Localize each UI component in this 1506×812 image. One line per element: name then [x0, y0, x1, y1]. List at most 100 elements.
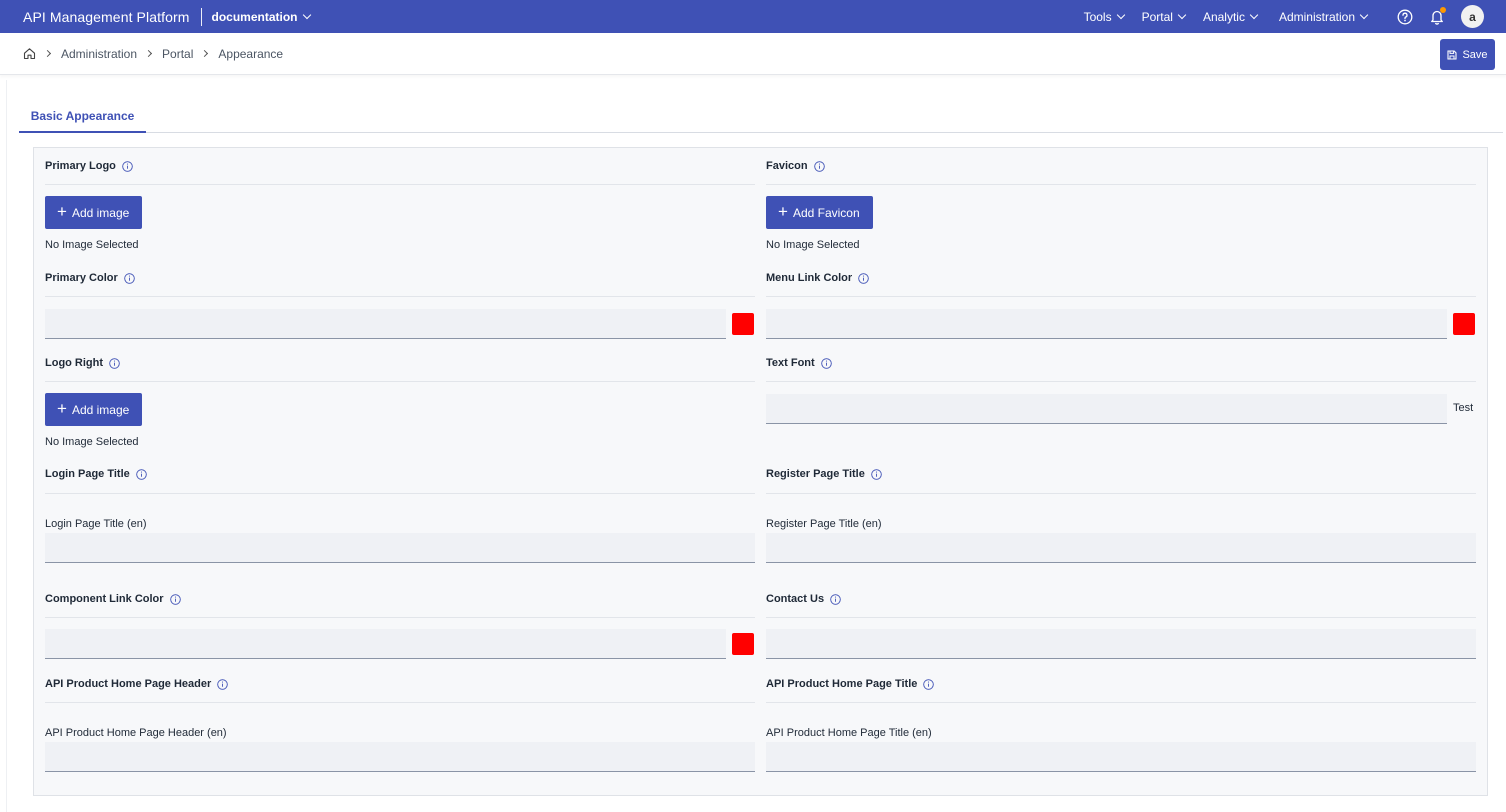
menu-link-color-input[interactable]	[766, 309, 1447, 339]
avatar[interactable]: a	[1461, 5, 1484, 28]
nav-administration[interactable]: Administration	[1278, 9, 1369, 24]
appearance-form: Primary Logo + Add image No Image Select…	[33, 147, 1488, 796]
nav-analytic[interactable]: Analytic	[1202, 9, 1259, 24]
divider	[766, 702, 1476, 703]
divider	[45, 702, 755, 703]
component-link-color-input[interactable]	[45, 629, 726, 659]
contact-us-label: Contact Us	[766, 593, 841, 605]
nav-portal[interactable]: Portal	[1141, 9, 1187, 24]
primary-color-label-text: Primary Color	[45, 272, 118, 284]
primary-logo-status: No Image Selected	[45, 239, 139, 251]
divider	[45, 617, 755, 618]
api-product-home-page-header-en-input[interactable]	[45, 742, 755, 772]
home-icon[interactable]	[23, 47, 36, 60]
nav-tools[interactable]: Tools	[1084, 10, 1125, 24]
api-product-home-page-header-label-text: API Product Home Page Header	[45, 678, 212, 690]
chevron-down-icon	[302, 10, 311, 19]
text-font-label-text: Text Font	[766, 357, 815, 369]
divider	[766, 381, 1476, 382]
nav-analytic-label: Analytic	[1202, 9, 1245, 24]
nav-portal-label: Portal	[1141, 9, 1173, 24]
add-logo-right-label: Add image	[71, 402, 130, 417]
info-icon[interactable]	[820, 357, 832, 369]
tab-basic-appearance[interactable]: Basic Appearance	[19, 100, 146, 133]
divider	[766, 493, 1476, 494]
api-product-home-page-title-label-text: API Product Home Page Title	[766, 678, 918, 690]
workspace-selector[interactable]: documentation	[211, 9, 311, 24]
login-page-title-en-input[interactable]	[45, 533, 755, 563]
plus-icon: +	[57, 399, 67, 418]
add-favicon-button[interactable]: + Add Favicon	[766, 196, 873, 229]
save-button[interactable]: Save	[1440, 39, 1495, 70]
divider	[766, 184, 1476, 185]
tab-bar: Basic Appearance	[19, 100, 1503, 133]
logo-right-status: No Image Selected	[45, 436, 139, 448]
divider	[45, 296, 755, 297]
info-icon[interactable]	[871, 468, 882, 480]
add-logo-right-button[interactable]: + Add image	[45, 393, 143, 426]
plus-icon: +	[778, 202, 788, 221]
api-product-home-page-header-en-label: API Product Home Page Header (en)	[45, 727, 227, 739]
brand-title: API Management Platform	[23, 8, 190, 25]
chevron-right-icon	[144, 49, 153, 58]
menu-link-color-label: Menu Link Color	[766, 272, 869, 284]
primary-color-label: Primary Color	[45, 272, 135, 284]
chevron-down-icon	[1249, 10, 1259, 19]
register-page-title-label-text: Register Page Title	[766, 468, 865, 480]
divider	[766, 296, 1476, 297]
brand-divider	[200, 7, 202, 26]
bell-icon[interactable]	[1427, 6, 1447, 27]
api-product-home-page-title-en-label: API Product Home Page Title (en)	[766, 727, 932, 739]
menu-link-color-swatch[interactable]	[1453, 313, 1475, 335]
text-font-label: Text Font	[766, 357, 832, 369]
info-icon[interactable]	[830, 593, 841, 605]
register-page-title-en-input[interactable]	[766, 533, 1476, 563]
divider	[45, 493, 755, 494]
plus-icon: +	[57, 202, 67, 221]
component-link-color-swatch[interactable]	[732, 633, 754, 655]
primary-color-swatch[interactable]	[732, 313, 754, 335]
info-icon[interactable]	[923, 678, 935, 690]
divider	[45, 184, 755, 185]
favicon-status: No Image Selected	[766, 239, 860, 251]
add-favicon-label: Add Favicon	[792, 205, 860, 220]
add-primary-logo-button[interactable]: + Add image	[45, 196, 143, 229]
divider	[45, 381, 755, 382]
nav-administration-label: Administration	[1278, 9, 1355, 24]
add-primary-logo-label: Add image	[71, 205, 130, 220]
component-link-color-label-text: Component Link Color	[45, 593, 164, 605]
api-product-home-page-header-label: API Product Home Page Header	[45, 678, 229, 690]
breadcrumb-administration[interactable]: Administration	[61, 47, 137, 61]
register-page-title-en-label: Register Page Title (en)	[766, 518, 882, 530]
primary-logo-label: Primary Logo	[45, 160, 133, 172]
logo-right-label: Logo Right	[45, 357, 120, 369]
chevron-down-icon	[1177, 10, 1187, 19]
favicon-label: Favicon	[766, 160, 825, 172]
logo-right-label-text: Logo Right	[45, 357, 104, 369]
info-icon[interactable]	[858, 272, 869, 284]
primary-logo-label-text: Primary Logo	[45, 160, 116, 172]
info-icon[interactable]	[109, 357, 120, 369]
chevron-down-icon	[1359, 10, 1369, 19]
info-icon[interactable]	[136, 468, 147, 480]
login-page-title-en-label: Login Page Title (en)	[45, 518, 147, 530]
info-icon[interactable]	[813, 160, 825, 172]
contact-us-input[interactable]	[766, 629, 1476, 659]
breadcrumb-portal[interactable]: Portal	[162, 47, 193, 61]
save-icon	[1447, 49, 1458, 60]
login-page-title-label-text: Login Page Title	[45, 468, 130, 480]
info-icon[interactable]	[217, 678, 229, 690]
menu-link-color-label-text: Menu Link Color	[766, 272, 853, 284]
save-label: Save	[1462, 48, 1488, 61]
primary-color-input[interactable]	[45, 309, 726, 339]
info-icon[interactable]	[123, 272, 135, 284]
help-circle-icon[interactable]	[1395, 7, 1415, 27]
info-icon[interactable]	[122, 160, 133, 172]
info-icon[interactable]	[169, 593, 181, 605]
component-link-color-label: Component Link Color	[45, 593, 181, 605]
text-font-input[interactable]	[766, 394, 1447, 424]
workspace-name: documentation	[211, 9, 298, 24]
chevron-down-icon	[1116, 10, 1125, 19]
api-product-home-page-title-en-input[interactable]	[766, 742, 1476, 772]
page-content: Basic Appearance Primary Logo + Add imag…	[6, 80, 1506, 812]
